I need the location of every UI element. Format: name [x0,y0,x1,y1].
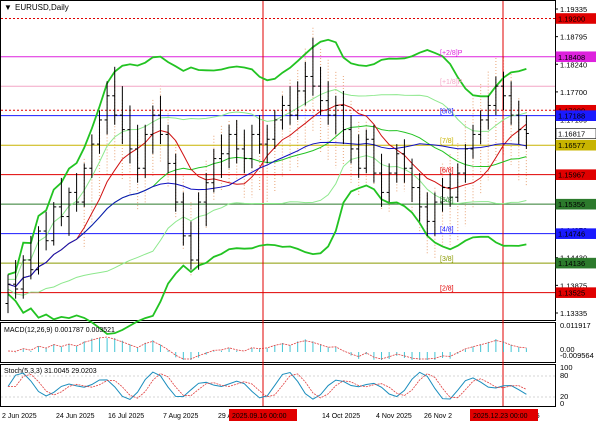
date-label: 24 Jun 2025 [56,413,95,420]
date-label: 7 Aug 2025 [163,413,199,420]
stoch-title: Stoch(5,3,3) 31.0045 29.0203 [4,368,97,375]
date-label: 14 Oct 2025 [322,413,360,420]
date-highlight-label: 2025.09.16 00:00 [232,413,287,420]
date-label: 4 Nov 2025 [376,413,412,420]
header-arrow-icon[interactable]: ▼ [4,3,12,12]
level-label: [7/8] [440,138,454,145]
level-label: [8/8] [440,109,454,116]
date-label: 26 Nov 2 [424,413,452,420]
macd-axis-label: 0.011917 [560,321,591,330]
level-label: [2/8] [440,286,454,293]
date-highlight-label: 2025.12.23 00:00 [473,413,528,420]
price-marker-label: 1.17188 [558,112,585,121]
level-label: [3/8] [440,256,454,263]
date-axis: 2 Jun 2025 24 Jun 2025 16 Jul 2025 7 Aug 20… [2,409,540,421]
price-tick-label: 1.19335 [560,5,587,14]
stoch-axis: 10080200 [560,363,573,408]
price-marker-label: 1.15356 [558,200,585,209]
price-marker-label: 1.16817 [558,130,585,139]
price-tick-label: 1.17700 [560,88,587,97]
main-price-panel[interactable] [0,0,556,321]
stoch-axis-label: 0 [560,399,564,408]
date-label: 16 Jul 2025 [108,413,144,420]
level-label: [+2/8]P [440,50,463,57]
price-marker-label: 1.14136 [558,259,585,268]
price-marker-label: 1.18408 [558,53,585,62]
macd-title: MACD(12,26,9) 0.001787 0.003521 [4,327,115,334]
stoch-axis-label: 80 [560,371,568,380]
macd-axis: 0.0119170.00-0.009564 [560,321,594,360]
price-marker-label: 1.15967 [558,171,585,180]
price-marker-label: 1.14746 [558,230,585,239]
level-label: [5/8] [440,197,454,204]
trading-chart[interactable]: [+2/8]P [+1/8]P [8/8] [7/8] [6/8] [5/8] [4/8] [… [0,0,596,425]
level-label: [6/8] [440,168,454,175]
macd-axis-label: -0.009564 [560,351,594,360]
price-tick-label: 1.13335 [560,309,587,318]
level-label: [+1/8]P [440,79,463,86]
price-marker-label: 1.19200 [558,14,585,23]
price-tick-label: 1.18795 [560,33,587,42]
date-label: 2 Jun 2025 [2,413,37,420]
price-axis[interactable]: 1.193351.187951.182401.177001.171591.166… [555,5,596,318]
chart-symbol-title: EURUSD,Daily [15,3,69,12]
price-marker-label: 1.13525 [558,289,585,298]
level-label: [4/8] [440,227,454,234]
price-marker-label: 1.16577 [558,141,585,150]
